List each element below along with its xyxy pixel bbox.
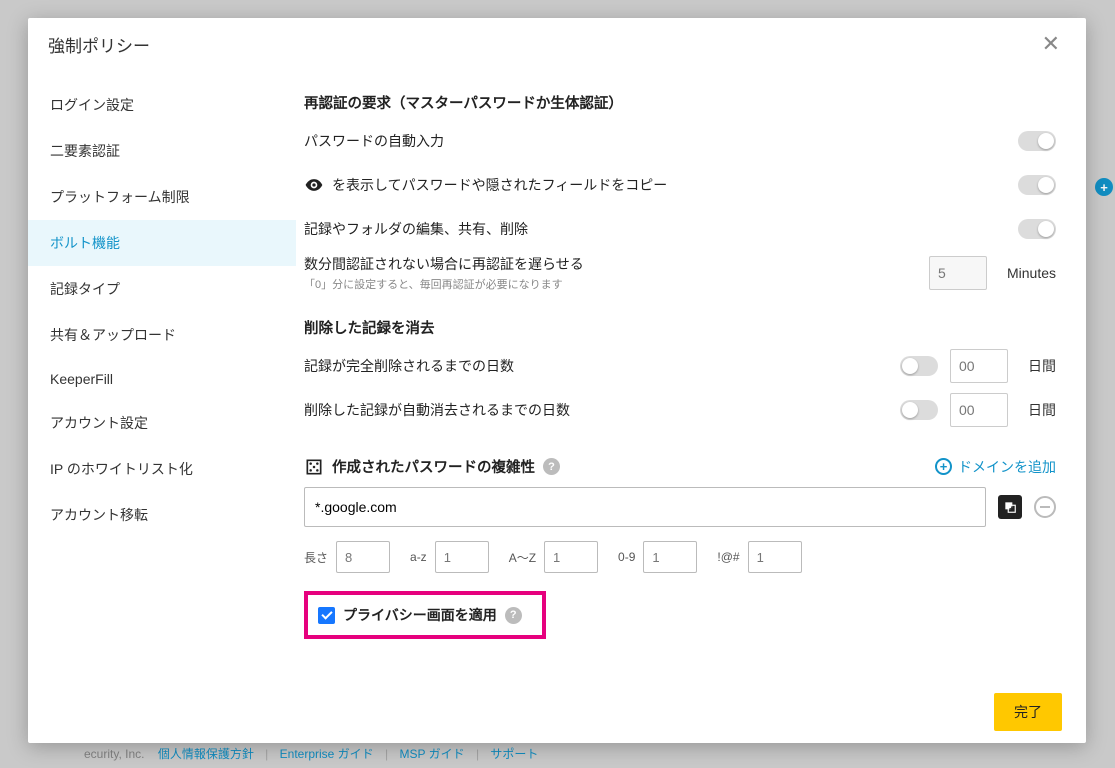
purge-auto-label: 削除した記録が自動消去されるまでの日数 <box>304 400 570 420</box>
privacy-screen-highlight: プライバシー画面を適用 ? <box>304 591 546 639</box>
domain-row <box>304 487 1056 527</box>
help-icon[interactable]: ? <box>543 458 560 475</box>
param-symbol-input[interactable] <box>748 541 802 573</box>
sidebar-item-label: 二要素認証 <box>50 143 120 159</box>
done-button[interactable]: 完了 <box>994 693 1062 731</box>
row-purge-permanent: 記録が完全削除されるまでの日数 日間 <box>304 344 1056 388</box>
param-digit-label: 0-9 <box>618 550 635 564</box>
reauth-delay-label: 数分間認証されない場合に再認証を遅らせる <box>304 254 584 274</box>
modal-header: 強制ポリシー ✕ <box>28 18 1086 70</box>
purge-permanent-input[interactable] <box>950 349 1008 383</box>
enforcement-policy-modal: 強制ポリシー ✕ ログイン設定 二要素認証 プラットフォーム制限 ボルト機能 記… <box>28 18 1086 743</box>
privacy-screen-checkbox[interactable] <box>318 607 335 624</box>
sidebar-item-vault[interactable]: ボルト機能 <box>28 220 296 266</box>
content-wrap: 再認証の要求（マスターパスワードか生体認証） パスワードの自動入力 を表示してパ… <box>296 70 1086 743</box>
domain-input[interactable] <box>304 487 986 527</box>
add-domain-button[interactable]: + ドメインを追加 <box>935 457 1056 477</box>
sidebar-item-label: プラットフォーム制限 <box>50 189 190 205</box>
dice-icon <box>304 457 324 477</box>
param-upper-input[interactable] <box>544 541 598 573</box>
reauth-delay-sub: 「0」分に設定すると、毎回再認証が必要になります <box>304 276 584 292</box>
sidebar-item-label: ログイン設定 <box>50 97 134 113</box>
policy-sidebar: ログイン設定 二要素認証 プラットフォーム制限 ボルト機能 記録タイプ 共有＆ア… <box>28 70 296 743</box>
param-lower-label: a-z <box>410 550 427 564</box>
param-length-input[interactable] <box>336 541 390 573</box>
sidebar-item-label: IP のホワイトリスト化 <box>50 461 193 477</box>
toggle-purge-permanent[interactable] <box>900 356 938 376</box>
sidebar-item-label: アカウント移転 <box>50 507 148 523</box>
toggle-purge-auto[interactable] <box>900 400 938 420</box>
close-button[interactable]: ✕ <box>1036 29 1066 59</box>
reauth-delay-unit: Minutes <box>1007 265 1056 281</box>
param-digit-input[interactable] <box>643 541 697 573</box>
row-reauth-delay: 数分間認証されない場合に再認証を遅らせる 「0」分に設定すると、毎回再認証が必要… <box>304 251 1056 295</box>
row-purge-auto: 削除した記録が自動消去されるまでの日数 日間 <box>304 388 1056 432</box>
add-domain-label: ドメインを追加 <box>958 457 1056 477</box>
purge-auto-unit: 日間 <box>1028 400 1056 420</box>
toggle-edit[interactable] <box>1018 219 1056 239</box>
row-reveal-text: を表示してパスワードや隠されたフィールドをコピー <box>332 175 667 195</box>
complexity-header: 作成されたパスワードの複雑性 ? + ドメインを追加 <box>304 456 1056 477</box>
sidebar-item-label: 共有＆アップロード <box>50 327 176 343</box>
param-length-label: 長さ <box>304 549 328 566</box>
sidebar-item-label: KeeperFill <box>50 371 113 387</box>
close-icon: ✕ <box>1042 31 1060 56</box>
reauth-delay-input[interactable] <box>929 256 987 290</box>
row-autofill: パスワードの自動入力 <box>304 119 1056 163</box>
row-reveal-label: を表示してパスワードや隠されたフィールドをコピー <box>304 175 667 195</box>
toggle-reveal[interactable] <box>1018 175 1056 195</box>
complexity-heading: 作成されたパスワードの複雑性 <box>332 456 535 477</box>
plus-circle-icon: + <box>935 458 952 475</box>
duplicate-icon <box>1003 500 1017 514</box>
sidebar-item-recordtype[interactable]: 記録タイプ <box>28 266 296 312</box>
content-scroll[interactable]: 再認証の要求（マスターパスワードか生体認証） パスワードの自動入力 を表示してパ… <box>296 70 1086 681</box>
eye-icon <box>304 175 324 195</box>
complexity-params: 長さ a-z A～Z 0-9 <box>304 541 1056 573</box>
reauth-heading: 再認証の要求（マスターパスワードか生体認証） <box>304 92 1056 113</box>
help-icon[interactable]: ? <box>505 607 522 624</box>
privacy-screen-label: プライバシー画面を適用 <box>343 605 497 625</box>
sidebar-item-login[interactable]: ログイン設定 <box>28 82 296 128</box>
row-reveal: を表示してパスワードや隠されたフィールドをコピー <box>304 163 1056 207</box>
sidebar-item-platform[interactable]: プラットフォーム制限 <box>28 174 296 220</box>
modal-title: 強制ポリシー <box>48 32 150 57</box>
purge-permanent-unit: 日間 <box>1028 356 1056 376</box>
param-symbol-label: !@# <box>717 550 739 564</box>
sidebar-item-transfer[interactable]: アカウント移転 <box>28 492 296 538</box>
reauth-delay-labels: 数分間認証されない場合に再認証を遅らせる 「0」分に設定すると、毎回再認証が必要… <box>304 254 584 292</box>
sidebar-item-keeperfill[interactable]: KeeperFill <box>28 358 296 400</box>
param-lower-input[interactable] <box>435 541 489 573</box>
duplicate-button[interactable] <box>998 495 1022 519</box>
sidebar-item-sharing[interactable]: 共有＆アップロード <box>28 312 296 358</box>
sidebar-item-label: アカウント設定 <box>50 415 148 431</box>
row-edit-label: 記録やフォルダの編集、共有、削除 <box>304 219 528 239</box>
sidebar-item-account[interactable]: アカウント設定 <box>28 400 296 446</box>
purge-auto-input[interactable] <box>950 393 1008 427</box>
row-edit: 記録やフォルダの編集、共有、削除 <box>304 207 1056 251</box>
purge-heading: 削除した記録を消去 <box>304 317 1056 338</box>
sidebar-item-label: 記録タイプ <box>50 281 120 297</box>
modal-footer: 完了 <box>296 681 1086 743</box>
toggle-autofill[interactable] <box>1018 131 1056 151</box>
sidebar-item-label: ボルト機能 <box>50 235 120 251</box>
row-autofill-label: パスワードの自動入力 <box>304 131 444 151</box>
remove-domain-button[interactable] <box>1034 496 1056 518</box>
param-upper-label: A～Z <box>509 549 536 566</box>
modal-body: ログイン設定 二要素認証 プラットフォーム制限 ボルト機能 記録タイプ 共有＆ア… <box>28 70 1086 743</box>
purge-permanent-label: 記録が完全削除されるまでの日数 <box>304 356 514 376</box>
sidebar-item-2fa[interactable]: 二要素認証 <box>28 128 296 174</box>
sidebar-item-ipwhitelist[interactable]: IP のホワイトリスト化 <box>28 446 296 492</box>
done-button-label: 完了 <box>1014 704 1042 720</box>
